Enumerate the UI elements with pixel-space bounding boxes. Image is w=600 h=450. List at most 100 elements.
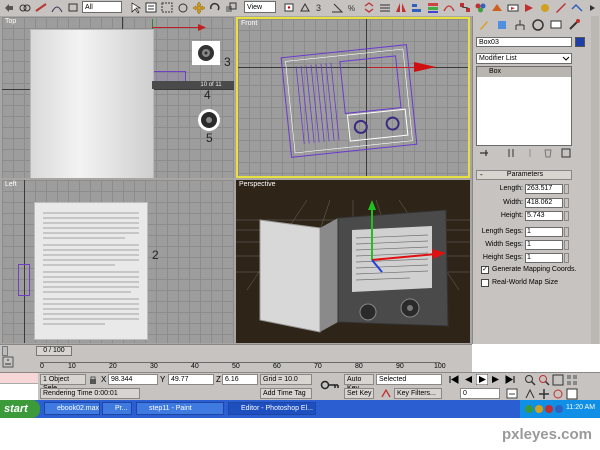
- viewport-label[interactable]: Top: [5, 18, 16, 25]
- utilities-tab-icon[interactable]: [567, 18, 581, 32]
- layer-manager-icon[interactable]: [426, 1, 440, 14]
- hierarchy-tab-icon[interactable]: [513, 18, 527, 32]
- spinner-snap-icon[interactable]: [362, 1, 376, 14]
- disc-thumbnail[interactable]: [192, 41, 220, 65]
- viewport-left[interactable]: Left 2: [2, 180, 234, 343]
- stack-item-box[interactable]: Box: [477, 67, 571, 77]
- configure-sets-icon[interactable]: [560, 147, 572, 159]
- selection-filter-dropdown[interactable]: All: [82, 1, 122, 13]
- taskbar-item-3dsmax[interactable]: ebook02.max -: [44, 402, 100, 415]
- viewport-top[interactable]: Top 10 of 11 3 4 5 1: [2, 17, 234, 178]
- snap-toggle-icon[interactable]: 3: [314, 1, 328, 14]
- height-segs-input[interactable]: 1: [525, 253, 563, 263]
- length-segs-input[interactable]: 1: [525, 227, 563, 237]
- maxscript-mini-listener[interactable]: [0, 373, 38, 384]
- select-manipulate-icon[interactable]: [298, 1, 312, 14]
- wire-object[interactable]: [18, 264, 30, 296]
- key-filters-button[interactable]: Key Filters...: [394, 388, 442, 399]
- height-spinner[interactable]: [564, 211, 569, 221]
- curve-editor-icon[interactable]: [442, 1, 456, 14]
- create-tab-icon[interactable]: [477, 18, 491, 32]
- command-panel-scrollbar[interactable]: [591, 16, 599, 344]
- select-scale-icon[interactable]: [224, 1, 238, 14]
- unlink-icon[interactable]: [34, 1, 48, 14]
- object-name-field[interactable]: Box03: [476, 37, 572, 47]
- length-spinner[interactable]: [564, 184, 569, 194]
- width-segs-spinner[interactable]: [564, 240, 569, 250]
- material-editor-icon[interactable]: [474, 1, 488, 14]
- show-end-result-icon[interactable]: [506, 147, 518, 159]
- render-scene-icon[interactable]: [490, 1, 504, 14]
- y-coordinate-field[interactable]: 49.77: [168, 374, 214, 385]
- field-of-view-icon[interactable]: [524, 388, 536, 400]
- viewport-perspective[interactable]: Perspective: [236, 180, 470, 343]
- z-coordinate-field[interactable]: 6.16: [222, 374, 258, 385]
- make-unique-icon[interactable]: [524, 147, 536, 159]
- dial-thumbnail[interactable]: [198, 109, 220, 131]
- ebook-device-image[interactable]: [30, 29, 154, 178]
- window-crossing-icon[interactable]: [176, 1, 190, 14]
- key-mode-dropdown[interactable]: Selected: [376, 374, 442, 385]
- time-config-icon[interactable]: [506, 388, 518, 399]
- height-segs-spinner[interactable]: [564, 253, 569, 263]
- slider-prev-button[interactable]: [2, 346, 8, 356]
- width-segs-input[interactable]: 1: [525, 240, 563, 250]
- track-bar-toggle-icon[interactable]: [2, 356, 14, 370]
- next-frame-icon[interactable]: [490, 374, 502, 385]
- reference-coordinate-dropdown[interactable]: View: [244, 1, 276, 13]
- real-world-map-checkbox[interactable]: [481, 279, 489, 287]
- key-icon[interactable]: [320, 379, 340, 391]
- viewport-label[interactable]: Front: [241, 20, 257, 27]
- select-move-icon[interactable]: [192, 1, 206, 15]
- lock-icon[interactable]: [88, 375, 98, 385]
- go-to-end-icon[interactable]: [504, 374, 516, 385]
- maximize-viewport-icon[interactable]: [566, 388, 578, 400]
- render-last-icon[interactable]: [522, 1, 536, 14]
- align-icon[interactable]: [410, 1, 424, 14]
- viewport-label[interactable]: Left: [5, 181, 17, 188]
- previous-frame-icon[interactable]: [462, 374, 474, 385]
- angle-snap-icon[interactable]: [330, 1, 344, 14]
- viewport-label[interactable]: Perspective: [239, 181, 276, 188]
- taskbar-item-paint[interactable]: step11 - Paint: [136, 402, 224, 415]
- mapping-coords-checkbox[interactable]: ✓: [481, 266, 489, 274]
- clock[interactable]: 11:20 AM: [566, 404, 595, 411]
- taskbar-item-photoshop[interactable]: Editor - Photoshop El...: [228, 402, 316, 415]
- schematic-view-icon[interactable]: [458, 1, 472, 14]
- length-segs-spinner[interactable]: [564, 227, 569, 237]
- arc-rotate-icon[interactable]: [552, 388, 564, 400]
- tray-icons[interactable]: [524, 404, 564, 414]
- height-input[interactable]: 5.743: [525, 211, 563, 221]
- object-color-swatch[interactable]: [575, 37, 585, 47]
- ebook-3d-render[interactable]: [250, 200, 460, 340]
- width-input[interactable]: 418.062: [525, 198, 563, 208]
- pan-icon[interactable]: [538, 388, 550, 400]
- select-link-icon[interactable]: [18, 1, 32, 14]
- region-select-icon[interactable]: [160, 1, 174, 14]
- chevron-down-icon[interactable]: [562, 55, 570, 62]
- track-bar[interactable]: 0 10 20 30 40 50 60 70 80 90 100: [0, 356, 472, 372]
- select-object-icon[interactable]: [128, 1, 142, 14]
- display-tab-icon[interactable]: [549, 18, 563, 32]
- taskbar-item-pr[interactable]: Pr...: [102, 402, 132, 415]
- bind-space-warp-icon[interactable]: [50, 1, 64, 14]
- named-selection-icon[interactable]: [378, 1, 392, 14]
- time-slider-thumb[interactable]: 0 / 100: [36, 346, 72, 356]
- pivot-center-icon[interactable]: [282, 1, 296, 14]
- filter-icon[interactable]: [66, 1, 80, 14]
- play-icon[interactable]: [476, 374, 488, 385]
- set-key-button[interactable]: Set Key: [344, 388, 374, 399]
- modifier-list-dropdown[interactable]: Modifier List: [476, 53, 572, 64]
- remove-modifier-icon[interactable]: [542, 147, 554, 159]
- x-coordinate-field[interactable]: 98.344: [108, 374, 158, 385]
- modify-tab-icon[interactable]: [495, 18, 509, 32]
- go-to-start-icon[interactable]: [448, 374, 460, 385]
- zoom-extents-icon[interactable]: [552, 374, 564, 386]
- render-type-icon[interactable]: [554, 1, 568, 14]
- motion-tab-icon[interactable]: [531, 18, 545, 32]
- wireframe-device[interactable]: [274, 39, 424, 163]
- select-rotate-icon[interactable]: [208, 1, 222, 14]
- width-spinner[interactable]: [564, 198, 569, 208]
- undo-icon[interactable]: [2, 1, 16, 14]
- percent-snap-icon[interactable]: %: [346, 1, 360, 14]
